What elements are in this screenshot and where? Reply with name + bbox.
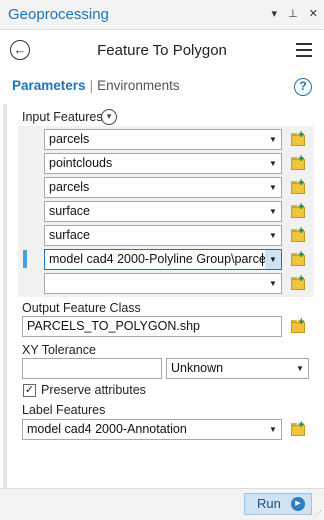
pin-icon[interactable]: ⊥ (288, 8, 298, 20)
add-folder-icon[interactable]: + (291, 250, 307, 266)
input-feature-combo-active[interactable]: model cad4 2000-Polyline Group\parcels ▼ (44, 249, 282, 270)
input-feature-value: surface (49, 204, 90, 218)
dropdown-arrow-icon[interactable]: ▼ (265, 178, 281, 197)
run-button[interactable]: Run ▶ (244, 493, 312, 515)
dropdown-arrow-icon[interactable]: ▼ (265, 420, 281, 439)
resize-grip-icon[interactable]: ⋰ (314, 509, 322, 518)
dropdown-arrow-icon[interactable]: ▼ (265, 154, 281, 173)
preserve-attributes-label: Preserve attributes (41, 383, 146, 397)
input-feature-combo-empty[interactable]: ▼ (44, 273, 282, 294)
add-folder-icon[interactable]: + (291, 420, 307, 436)
xy-tolerance-input[interactable] (22, 358, 162, 379)
label-features-value: model cad4 2000-Annotation (27, 422, 187, 436)
input-feature-value: surface (49, 228, 90, 242)
dropdown-arrow-icon[interactable]: ▼ (265, 250, 281, 269)
tab-parameters[interactable]: Parameters (12, 78, 86, 93)
input-feature-combo[interactable]: parcels ▼ (44, 177, 282, 198)
tab-environments[interactable]: Environments (97, 78, 180, 93)
tool-header: ← Feature To Polygon (0, 34, 324, 66)
input-feature-value: parcels (49, 180, 90, 194)
input-features-label: Input Features (22, 110, 103, 124)
pane-title: Geoprocessing (8, 6, 109, 23)
xy-tolerance-label: XY Tolerance (22, 343, 96, 357)
close-icon[interactable]: ✕ (309, 8, 318, 20)
active-row-indicator (23, 250, 27, 268)
tool-title: Feature To Polygon (97, 42, 227, 59)
dropdown-arrow-icon[interactable]: ▼ (265, 130, 281, 149)
pane-titlebar: Geoprocessing ▾ ⊥ ✕ (0, 0, 324, 30)
add-folder-icon[interactable]: + (291, 202, 307, 218)
label-features-label: Label Features (22, 403, 106, 417)
add-folder-icon[interactable]: + (291, 274, 307, 290)
dropdown-arrow-icon[interactable]: ▼ (265, 226, 281, 245)
xy-tolerance-unit-value: Unknown (171, 361, 224, 375)
input-feature-combo[interactable]: surface ▼ (44, 201, 282, 222)
output-feature-class-field[interactable]: PARCELS_TO_POLYGON.shp (22, 316, 282, 337)
dropdown-arrow-icon[interactable]: ▼ (265, 202, 281, 221)
help-icon[interactable]: ? (294, 78, 312, 96)
input-feature-combo[interactable]: parcels ▼ (44, 129, 282, 150)
add-folder-icon[interactable]: + (291, 154, 307, 170)
dropdown-arrow-icon[interactable]: ▼ (292, 359, 308, 378)
dropdown-arrow-icon[interactable]: ▼ (265, 274, 281, 293)
chevron-down-icon[interactable]: ▾ (101, 109, 117, 125)
xy-tolerance-unit-select[interactable]: Unknown ▼ (166, 358, 309, 379)
parameters-scrollbar[interactable] (3, 104, 7, 504)
play-icon: ▶ (291, 497, 305, 511)
input-feature-combo[interactable]: surface ▼ (44, 225, 282, 246)
input-feature-value: model cad4 2000-Polyline Group\parcels (49, 252, 275, 266)
add-folder-icon[interactable]: + (291, 226, 307, 242)
input-feature-combo[interactable]: pointclouds ▼ (44, 153, 282, 174)
tab-separator: | (89, 78, 94, 93)
add-folder-icon[interactable]: + (291, 130, 307, 146)
tab-strip: Parameters | Environments (12, 78, 180, 93)
text-caret (262, 253, 263, 266)
footer-bar: Run ▶ ⋰ (0, 488, 324, 520)
preserve-attributes-checkbox[interactable]: ✓ (23, 384, 36, 397)
menu-icon[interactable] (296, 43, 312, 57)
add-folder-icon[interactable]: + (291, 317, 307, 333)
label-features-combo[interactable]: model cad4 2000-Annotation ▼ (22, 419, 282, 440)
output-feature-class-label: Output Feature Class (22, 301, 141, 315)
input-feature-value: parcels (49, 132, 90, 146)
add-folder-icon[interactable]: + (291, 178, 307, 194)
run-button-label: Run (257, 496, 281, 511)
input-feature-value: pointclouds (49, 156, 113, 170)
pane-controls: ▾ ⊥ ✕ (264, 7, 318, 20)
pane-options-icon[interactable]: ▾ (272, 8, 278, 20)
